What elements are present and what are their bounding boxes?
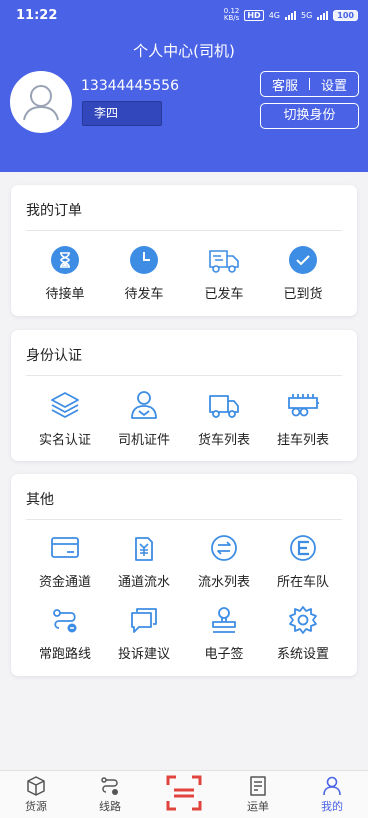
card-icon (51, 537, 79, 558)
order-arrived[interactable]: 已到货 (260, 245, 346, 302)
tab-label: 运单 (247, 800, 269, 813)
route-icon (101, 777, 118, 795)
profile-header: 11:22 0.12 KB/s HD 4G 5G 100 个人中心(司机) 13… (0, 0, 368, 172)
channel-flow[interactable]: 通道流水 (101, 533, 187, 590)
identity-title: 身份认证 (26, 348, 82, 364)
complaints-suggestions[interactable]: 投诉建议 (101, 605, 187, 662)
feedback-icon (131, 608, 157, 633)
signal-5g-label: 5G (301, 10, 313, 20)
fleet-icon (290, 535, 316, 561)
tab-mine[interactable]: 我的 (302, 775, 362, 814)
tab-waybill[interactable]: 运单 (228, 775, 288, 814)
service-settings-group: 客服 设置 (260, 71, 359, 97)
truck-list[interactable]: 货车列表 (181, 389, 267, 448)
status-bar: 11:22 0.12 KB/s HD 4G 5G 100 (0, 0, 368, 30)
signal-icon-2 (317, 10, 329, 20)
trailer-list[interactable]: 挂车列表 (260, 389, 346, 448)
frequent-routes[interactable]: 常跑路线 (22, 605, 108, 662)
waybill-icon (250, 776, 266, 796)
item-label: 所在车队 (276, 575, 329, 590)
scan-icon (166, 775, 202, 811)
settings-button[interactable]: 设置 (310, 75, 358, 94)
user-avatar-icon (12, 73, 70, 131)
hd-badge: HD (244, 9, 264, 21)
gear-icon (289, 606, 317, 634)
other-title: 其他 (26, 492, 54, 508)
stamp-icon (212, 607, 236, 633)
customer-service-button[interactable]: 客服 (261, 75, 309, 94)
item-label: 常跑路线 (38, 647, 91, 662)
tab-scan[interactable] (154, 773, 214, 813)
signal-icon (285, 10, 296, 20)
orders-title: 我的订单 (26, 203, 82, 219)
orders-card: 我的订单 待接单 待发车 已发车 已到货 (11, 185, 357, 316)
item-label: 挂车列表 (276, 433, 329, 448)
item-label: 货车列表 (197, 433, 250, 448)
user-name: 李四 (82, 101, 162, 126)
switch-identity-button[interactable]: 切换身份 (260, 103, 359, 129)
route-icon (53, 609, 77, 633)
divider (26, 519, 342, 520)
divider (26, 230, 342, 231)
user-icon (323, 776, 341, 796)
identity-card: 身份认证 实名认证 司机证件 货车列表 挂车列表 (11, 330, 357, 461)
battery-icon: 100 (333, 9, 358, 21)
system-settings[interactable]: 系统设置 (260, 605, 346, 662)
driver-icon (131, 391, 157, 419)
divider (26, 375, 342, 376)
order-pending-accept[interactable]: 待接单 (22, 245, 108, 302)
status-icons: 0.12 KB/s HD 4G 5G 100 (224, 8, 358, 22)
net-speed: 0.12 KB/s (223, 7, 240, 22)
bottom-tab-bar: 货源 线路 运单 我的 (0, 770, 368, 818)
status-time: 11:22 (16, 8, 58, 23)
avatar[interactable] (10, 71, 72, 133)
trailer-icon (288, 394, 319, 417)
item-label: 系统设置 (276, 647, 329, 662)
item-label: 流水列表 (197, 575, 250, 590)
user-phone: 13344445556 (81, 78, 179, 94)
flow-list[interactable]: 流水列表 (181, 533, 267, 590)
order-pending-depart[interactable]: 待发车 (101, 245, 187, 302)
e-signature[interactable]: 电子签 (181, 605, 267, 662)
check-circle-icon (289, 246, 317, 274)
box-icon (27, 776, 45, 796)
tab-cargo[interactable]: 货源 (6, 775, 66, 814)
truck-icon (209, 395, 239, 418)
tab-label: 我的 (321, 800, 343, 813)
item-label: 已到货 (283, 287, 323, 302)
funds-channel[interactable]: 资金通道 (22, 533, 108, 590)
clock-icon (130, 246, 158, 274)
signal-4g-label: 4G (268, 10, 280, 20)
exchange-icon (211, 535, 237, 561)
yuan-doc-icon (135, 537, 153, 561)
item-label: 待接单 (45, 287, 85, 302)
real-name-auth[interactable]: 实名认证 (22, 389, 108, 448)
item-label: 实名认证 (38, 433, 91, 448)
my-fleet[interactable]: 所在车队 (260, 533, 346, 590)
tab-label: 货源 (25, 800, 47, 813)
other-card: 其他 资金通道 通道流水 流水列表 所在车队 常跑路线 投诉建议 电子签 系统设… (11, 474, 357, 676)
hourglass-icon (51, 246, 79, 274)
item-label: 资金通道 (38, 575, 91, 590)
tab-label: 线路 (99, 800, 121, 813)
tab-routes[interactable]: 线路 (80, 775, 140, 814)
order-departed[interactable]: 已发车 (181, 245, 267, 302)
page-title: 个人中心(司机) (133, 42, 235, 60)
item-label: 已发车 (204, 287, 244, 302)
item-label: 待发车 (124, 287, 164, 302)
truck-moving-icon (209, 250, 239, 273)
driver-documents[interactable]: 司机证件 (101, 389, 187, 448)
item-label: 司机证件 (117, 433, 170, 448)
item-label: 通道流水 (117, 575, 170, 590)
item-label: 电子签 (204, 647, 244, 662)
layers-icon (51, 392, 79, 418)
item-label: 投诉建议 (117, 647, 170, 662)
